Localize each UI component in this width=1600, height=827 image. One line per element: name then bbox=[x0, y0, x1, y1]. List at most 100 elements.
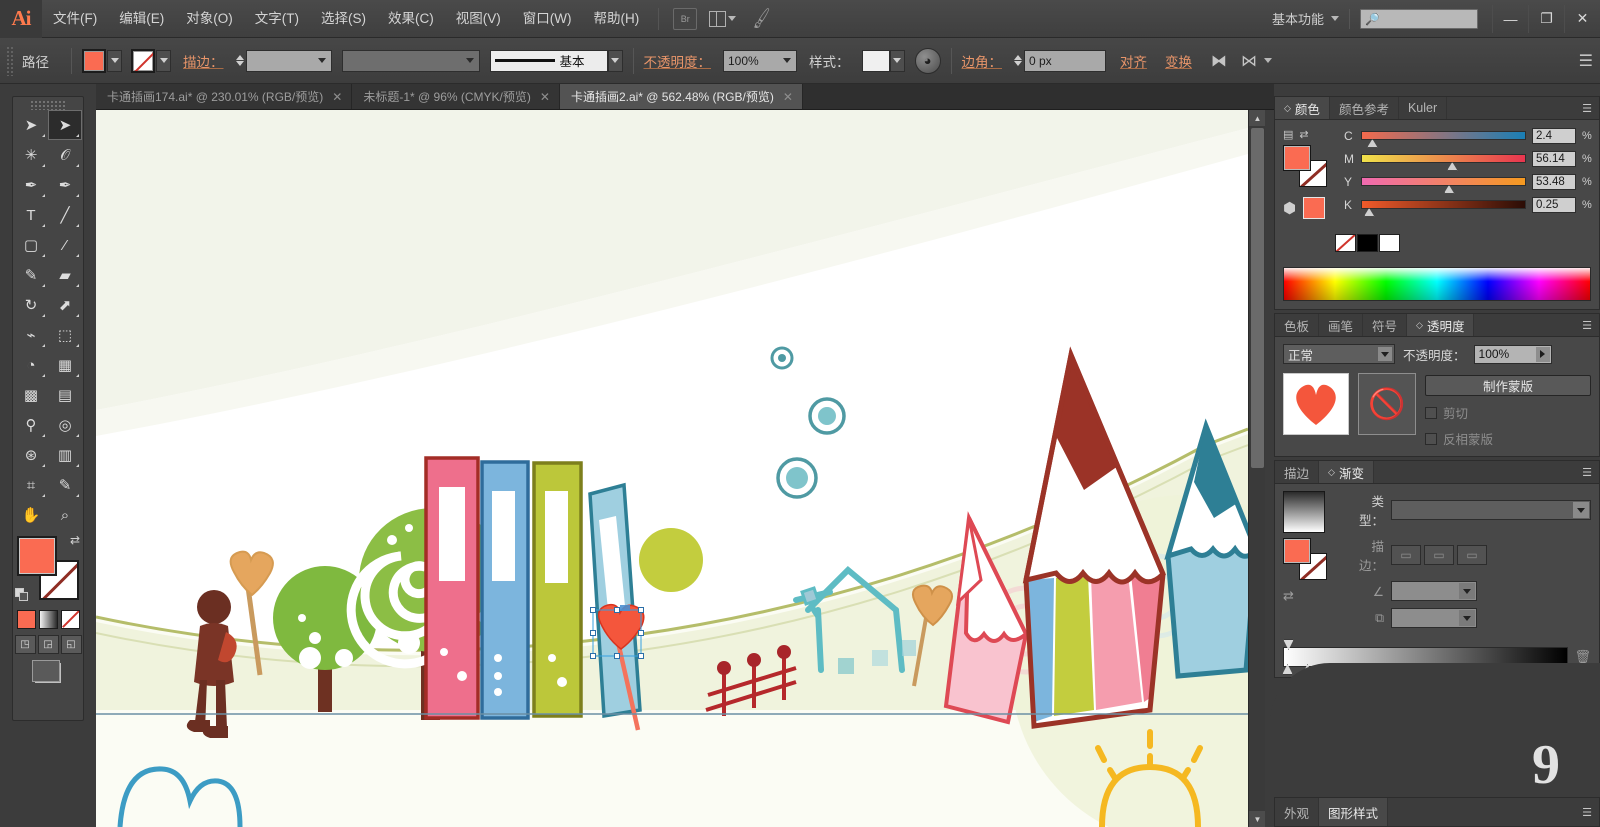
opacity-arrow-icon[interactable] bbox=[1535, 346, 1550, 362]
channel-value-y[interactable]: 53.48 bbox=[1532, 173, 1576, 190]
rotate-tool[interactable]: ↻ bbox=[14, 290, 48, 320]
mesh-tool[interactable]: ▩ bbox=[14, 380, 48, 410]
graphic-style-swatch[interactable] bbox=[861, 49, 890, 72]
clip-checkbox-row[interactable]: 剪切 bbox=[1425, 403, 1591, 422]
slider-track-y[interactable] bbox=[1361, 177, 1526, 194]
gradient-stop-start[interactable] bbox=[1283, 639, 1294, 650]
stroke-weight-label[interactable]: 描边： bbox=[183, 51, 224, 71]
canvas-area[interactable] bbox=[96, 110, 1248, 827]
slider-track-m[interactable] bbox=[1361, 154, 1526, 171]
invert-mask-checkbox[interactable] bbox=[1425, 432, 1437, 445]
menu-type[interactable]: 文字(T) bbox=[244, 0, 310, 38]
menu-object[interactable]: 对象(O) bbox=[175, 0, 244, 38]
document-tab[interactable]: 卡通插画174.ai* @ 230.01% (RGB/预览) ✕ bbox=[96, 84, 353, 109]
close-icon[interactable]: ✕ bbox=[540, 90, 550, 104]
gradient-fill-swatch[interactable] bbox=[1283, 538, 1311, 564]
canvas-vertical-scrollbar[interactable]: ▲ ▼ bbox=[1248, 110, 1266, 827]
stroke-profile-field[interactable] bbox=[341, 49, 480, 72]
slider-track-k[interactable] bbox=[1361, 200, 1526, 217]
stroke-dropdown-icon[interactable] bbox=[156, 49, 171, 72]
style-dropdown-icon[interactable] bbox=[889, 49, 905, 72]
slider-thumb-y[interactable] bbox=[1443, 185, 1455, 194]
scroll-up-icon[interactable]: ▲ bbox=[1249, 110, 1266, 126]
menu-view[interactable]: 视图(V) bbox=[445, 0, 512, 38]
opacity-label[interactable]: 不透明度： bbox=[644, 51, 712, 71]
stroke-swatch-group[interactable] bbox=[131, 48, 171, 73]
gradient-along-stroke-button[interactable]: ▭ bbox=[1424, 545, 1454, 565]
current-color-chip[interactable] bbox=[1303, 197, 1326, 219]
direct-selection-tool[interactable]: ➤ bbox=[48, 110, 82, 140]
white-swatch[interactable] bbox=[1379, 234, 1400, 252]
gradient-midpoint[interactable] bbox=[1302, 664, 1313, 675]
menu-effect[interactable]: 效果(C) bbox=[377, 0, 445, 38]
shape-builder-tool[interactable]: ◔ bbox=[14, 350, 48, 380]
scroll-down-icon[interactable]: ▼ bbox=[1249, 811, 1266, 827]
gradient-stop-bottom[interactable] bbox=[1282, 664, 1293, 675]
menu-select[interactable]: 选择(S) bbox=[310, 0, 377, 38]
blob-brush-tool[interactable]: ▰ bbox=[48, 260, 82, 290]
chevron-down-icon[interactable] bbox=[1459, 583, 1475, 599]
free-transform-tool[interactable]: ⬚ bbox=[48, 320, 82, 350]
close-button[interactable]: ✕ bbox=[1564, 4, 1600, 33]
normal-screen-mode-button[interactable]: ◳ bbox=[14, 635, 36, 654]
column-graph-tool[interactable]: ▥ bbox=[48, 440, 82, 470]
eyedropper-tool[interactable]: ⚲ bbox=[14, 410, 48, 440]
rectangle-tool[interactable]: ▢ bbox=[14, 230, 48, 260]
brush-dropdown-icon[interactable] bbox=[607, 49, 623, 72]
tab-appearance[interactable]: 外观 bbox=[1275, 798, 1320, 826]
corner-label[interactable]: 边角： bbox=[962, 51, 1003, 71]
invert-mask-checkbox-row[interactable]: 反相蒙版 bbox=[1425, 429, 1591, 448]
chevron-down-icon[interactable] bbox=[1573, 502, 1589, 518]
transform-button[interactable]: 变换 bbox=[1165, 51, 1192, 71]
chevron-down-icon[interactable] bbox=[1459, 610, 1475, 626]
slider-thumb-c[interactable] bbox=[1366, 139, 1378, 148]
gradient-across-stroke-button[interactable]: ▭ bbox=[1457, 545, 1487, 565]
tab-brushes[interactable]: 画笔 bbox=[1319, 314, 1364, 336]
magic-wand-tool[interactable]: ✳ bbox=[14, 140, 48, 170]
color-ramp-icon[interactable]: ▤ bbox=[1283, 128, 1293, 141]
close-icon[interactable]: ✕ bbox=[783, 90, 793, 104]
tab-gradient[interactable]: ◇ 渐变 bbox=[1319, 461, 1374, 483]
pen-tool[interactable]: ✒ bbox=[14, 170, 48, 200]
color-spectrum-bar[interactable] bbox=[1283, 267, 1591, 301]
slider-track-c[interactable] bbox=[1361, 131, 1526, 148]
swap-fill-stroke-icon[interactable]: ⇄ bbox=[1299, 128, 1308, 141]
slice-tool[interactable]: ✎ bbox=[48, 470, 82, 500]
gradient-tool[interactable]: ▤ bbox=[48, 380, 82, 410]
panel-overflow-icon[interactable]: ☰ bbox=[1572, 51, 1600, 71]
tab-kuler[interactable]: Kuler bbox=[1398, 97, 1448, 119]
tab-graphic-styles[interactable]: 图形样式 bbox=[1319, 798, 1389, 826]
corner-stepper[interactable] bbox=[1014, 55, 1022, 66]
gradient-ramp[interactable] bbox=[1282, 639, 1569, 675]
selection-tool[interactable]: ➤ bbox=[14, 110, 48, 140]
bridge-icon[interactable]: Br bbox=[673, 7, 698, 30]
gradient-type-select[interactable] bbox=[1391, 500, 1591, 520]
tools-panel-grip[interactable] bbox=[30, 100, 66, 110]
gradient-preview-swatch[interactable] bbox=[1283, 491, 1325, 533]
none-fill-button[interactable] bbox=[60, 610, 80, 629]
opacity-appearance-icon[interactable]: ◕ bbox=[914, 47, 941, 74]
swap-fill-stroke-icon[interactable]: ⇄ bbox=[70, 533, 80, 547]
workspace-switcher[interactable]: 基本功能 bbox=[1266, 9, 1345, 28]
channel-value-m[interactable]: 56.14 bbox=[1532, 150, 1576, 167]
scroll-thumb[interactable] bbox=[1251, 128, 1264, 468]
chevron-down-icon[interactable] bbox=[315, 51, 329, 71]
chevron-down-icon[interactable] bbox=[1378, 347, 1392, 361]
search-input[interactable]: 🔍 bbox=[1360, 8, 1478, 29]
zoom-tool[interactable]: ⌕ bbox=[48, 500, 82, 530]
width-tool[interactable]: ⌁ bbox=[14, 320, 48, 350]
blend-tool[interactable]: ◎ bbox=[48, 410, 82, 440]
opacity-arrow-icon[interactable] bbox=[780, 51, 794, 71]
panel-menu-icon[interactable]: ☰ bbox=[1575, 461, 1599, 483]
slider-thumb-k[interactable] bbox=[1363, 208, 1375, 217]
close-icon[interactable]: ✕ bbox=[332, 90, 342, 104]
panel-menu-icon[interactable]: ☰ bbox=[1575, 314, 1599, 336]
draw-mode-icon[interactable]: ⋈ bbox=[1234, 51, 1264, 71]
document-tab-active[interactable]: 卡通插画2.ai* @ 562.48% (RGB/预览) ✕ bbox=[559, 84, 803, 109]
tab-swatches[interactable]: 色板 bbox=[1275, 314, 1320, 336]
type-tool[interactable]: T bbox=[14, 200, 48, 230]
panel-menu-icon[interactable]: ☰ bbox=[1575, 97, 1599, 119]
clip-checkbox[interactable] bbox=[1425, 406, 1437, 419]
fill-swatch-group[interactable] bbox=[82, 48, 122, 73]
perspective-grid-tool[interactable]: ▦ bbox=[48, 350, 82, 380]
